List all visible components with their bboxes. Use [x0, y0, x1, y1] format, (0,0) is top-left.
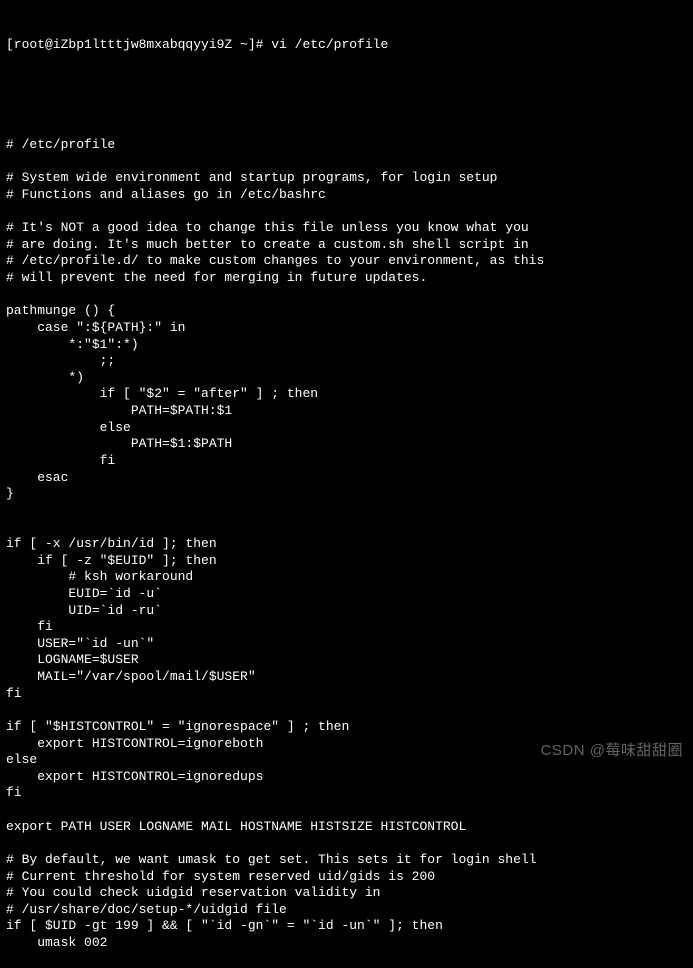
file-line: if [ "$HISTCONTROL" = "ignorespace" ] ; … — [6, 719, 687, 736]
file-line: case ":${PATH}:" in — [6, 320, 687, 337]
file-line: # Functions and aliases go in /etc/bashr… — [6, 187, 687, 204]
file-line — [6, 702, 687, 719]
file-line: export PATH USER LOGNAME MAIL HOSTNAME H… — [6, 819, 687, 836]
file-line: # ksh workaround — [6, 569, 687, 586]
file-line — [6, 204, 687, 221]
file-line: fi — [6, 785, 687, 802]
file-line: # It's NOT a good idea to change this fi… — [6, 220, 687, 237]
file-line: fi — [6, 453, 687, 470]
file-line: # are doing. It's much better to create … — [6, 237, 687, 254]
file-line: # /etc/profile — [6, 137, 687, 154]
file-line: umask 002 — [6, 935, 687, 952]
file-line: if [ $UID -gt 199 ] && [ "`id -gn`" = "`… — [6, 918, 687, 935]
file-line: fi — [6, 686, 687, 703]
file-line: # By default, we want umask to get set. … — [6, 852, 687, 869]
file-line: # You could check uidgid reservation val… — [6, 885, 687, 902]
file-line: export HISTCONTROL=ignoredups — [6, 769, 687, 786]
file-line — [6, 287, 687, 304]
file-line: PATH=$1:$PATH — [6, 436, 687, 453]
file-line: esac — [6, 470, 687, 487]
file-line: pathmunge () { — [6, 303, 687, 320]
file-line: *) — [6, 370, 687, 387]
file-line: if [ "$2" = "after" ] ; then — [6, 386, 687, 403]
file-line — [6, 503, 687, 520]
file-line: # /etc/profile.d/ to make custom changes… — [6, 253, 687, 270]
file-line: if [ -z "$EUID" ]; then — [6, 553, 687, 570]
file-line: fi — [6, 619, 687, 636]
terminal-output[interactable]: [root@iZbp1ltttjw8mxabqqyyi9Z ~]# vi /et… — [6, 4, 687, 968]
blank-line — [6, 87, 687, 104]
file-line — [6, 519, 687, 536]
file-line: MAIL="/var/spool/mail/$USER" — [6, 669, 687, 686]
file-line: # System wide environment and startup pr… — [6, 170, 687, 187]
file-line: UID=`id -ru` — [6, 603, 687, 620]
file-line: # will prevent the need for merging in f… — [6, 270, 687, 287]
watermark-text: CSDN @莓味甜甜圈 — [541, 741, 683, 760]
file-line: *:"$1":*) — [6, 337, 687, 354]
file-line — [6, 802, 687, 819]
file-content: # /etc/profile # System wide environment… — [6, 137, 687, 952]
file-line: USER="`id -un`" — [6, 636, 687, 653]
shell-prompt-line: [root@iZbp1ltttjw8mxabqqyyi9Z ~]# vi /et… — [6, 37, 687, 54]
file-line: # Current threshold for system reserved … — [6, 869, 687, 886]
file-line: ;; — [6, 353, 687, 370]
file-line: EUID=`id -u` — [6, 586, 687, 603]
file-line — [6, 154, 687, 171]
file-line: else — [6, 420, 687, 437]
file-line: PATH=$PATH:$1 — [6, 403, 687, 420]
file-line: LOGNAME=$USER — [6, 652, 687, 669]
file-line: if [ -x /usr/bin/id ]; then — [6, 536, 687, 553]
file-line: # /usr/share/doc/setup-*/uidgid file — [6, 902, 687, 919]
file-line — [6, 835, 687, 852]
file-line: } — [6, 486, 687, 503]
